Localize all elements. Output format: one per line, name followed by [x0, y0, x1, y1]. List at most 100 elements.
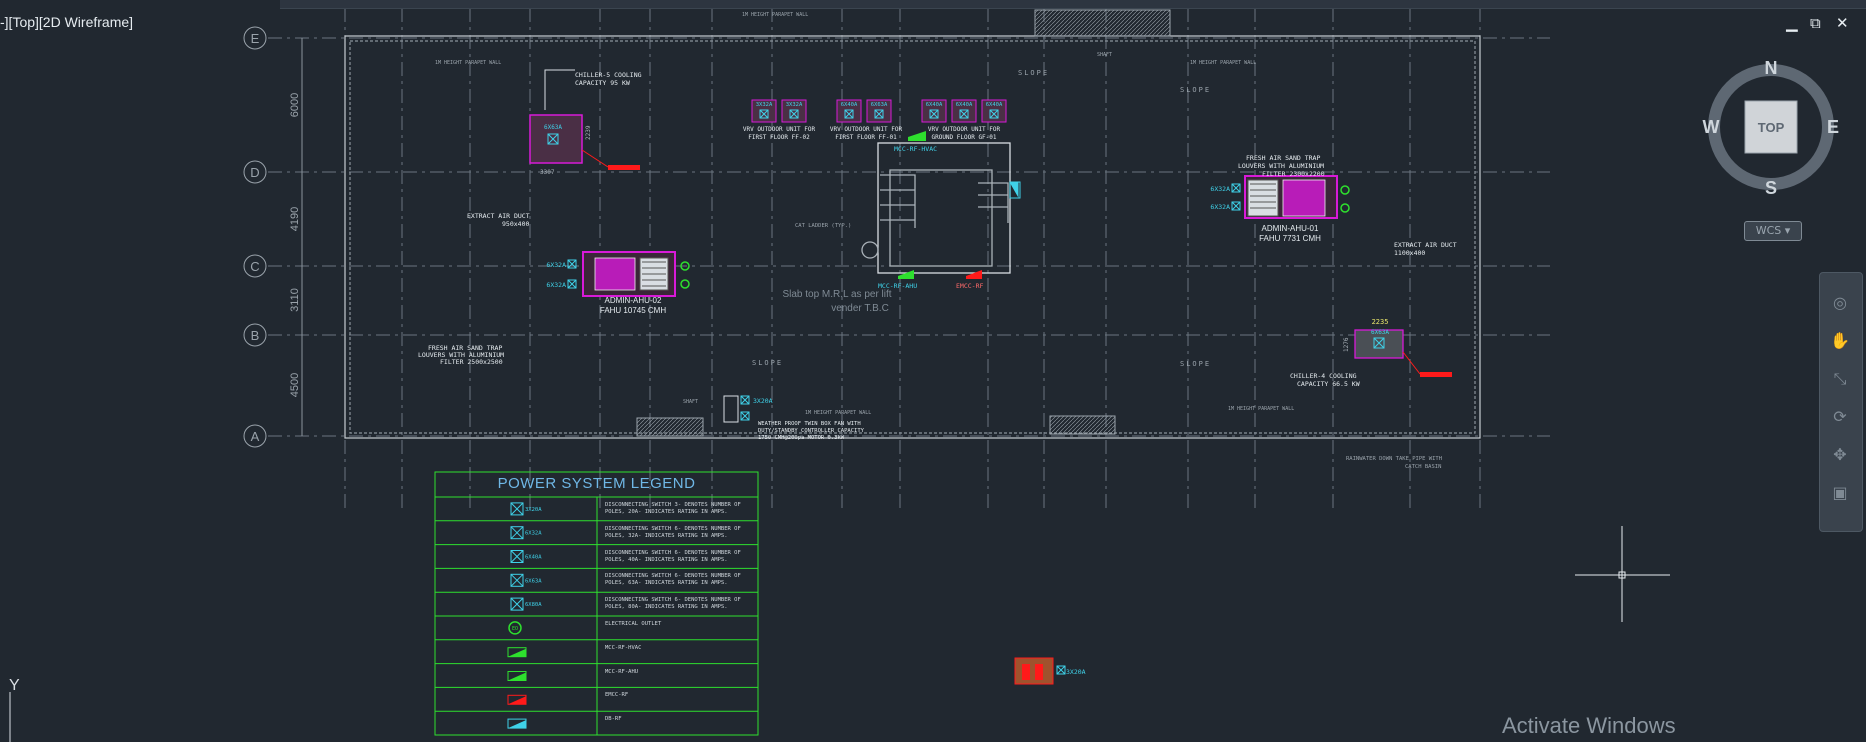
note-slope-4: SLOPE	[1180, 360, 1211, 368]
compass-north: N	[1765, 58, 1778, 78]
ahu02-name: ADMIN-AHU-02	[605, 296, 662, 305]
vrv-ff02-caption: VRV OUTDOOR UNIT FOR	[743, 126, 816, 133]
grid-bubble-c: C	[243, 254, 267, 278]
note-slab-2: vender T.B.C	[831, 303, 889, 314]
legend-symbol-label: 6X80A	[525, 602, 542, 608]
legend-title: POWER SYSTEM LEGEND	[497, 475, 696, 492]
compass-west: W	[1703, 117, 1720, 137]
viewcube[interactable]: TOP N S E W	[1703, 58, 1840, 198]
showmotion-film-icon[interactable]: ▣	[1828, 481, 1852, 505]
note-shaft-bottom: SHAFT	[683, 399, 698, 405]
svg-text:6X63A: 6X63A	[871, 102, 888, 108]
legend-symbol-label: 6X40A	[525, 555, 542, 561]
legend-symbol-label: 6X32A	[525, 531, 542, 537]
orbit-icon[interactable]: ⟳	[1828, 405, 1852, 429]
compass-east: E	[1827, 117, 1839, 137]
legend-symbol-label: EO	[512, 626, 518, 632]
note-slope-2: SLOPE	[1180, 86, 1211, 94]
top-shaft-hatch	[1034, 9, 1171, 37]
note-fresh-right-1: FRESH AIR SAND TRAP	[1246, 154, 1320, 162]
activate-windows-watermark: Activate Windows	[1502, 713, 1676, 738]
model-space-canvas[interactable]: E D C B A 6000 4190 3110 4500 6X63A 3307…	[0, 0, 1866, 742]
grid-label-c: C	[250, 259, 259, 274]
chiller4-label: CHILLER-4 COOLING	[1290, 372, 1357, 380]
note-extract-right: EXTRACT AIR DUCT	[1394, 241, 1457, 249]
ahu-01[interactable]: 6X32A 6X32A ADMIN-AHU-01 FAHU 7731 CMH	[1210, 175, 1350, 243]
svg-text:DUTY/STANDBY CONTROLLER CAPACI: DUTY/STANDBY CONTROLLER CAPACITY	[758, 428, 865, 434]
bottom-right-shaft-hatch	[1049, 415, 1116, 435]
chiller4-capacity: CAPACITY 66.5 KW	[1297, 380, 1360, 388]
pan-icon[interactable]: ✋	[1828, 329, 1852, 353]
note-cat-ladder: CAT LADDER (TYP.)	[795, 223, 851, 229]
viewcube-top-face: TOP	[1758, 120, 1785, 135]
chiller5-capacity: CAPACITY 95 KW	[575, 79, 630, 87]
wcs-dropdown[interactable]: WCS ▾	[1744, 221, 1802, 241]
legend-description: DISCONNECTING SWITCH 6- DENOTES NUMBER O…	[605, 525, 741, 539]
grid-label-a: A	[251, 429, 260, 444]
svg-text:3X32A: 3X32A	[756, 102, 773, 108]
zoom-icon[interactable]: ⤡	[1828, 367, 1852, 391]
ribbon-edge	[280, 0, 1866, 9]
dim-e-d: 6000	[289, 93, 301, 117]
note-slope-3: SLOPE	[752, 359, 783, 367]
vrv-gf01[interactable]: 6X40A 6X40A 6X40A VRV OUTDOOR UNIT FOR G…	[921, 99, 1007, 141]
vrv-ff02[interactable]: 3X32A 3X32A VRV OUTDOOR UNIT FOR FIRST F…	[743, 99, 816, 141]
exhaust-fan[interactable]: 3X20A WEATHER PROOF TWIN BOX FAN WITH DU…	[723, 395, 865, 441]
legend-symbol: 3X20A	[510, 502, 542, 516]
grid-bubble-a: A	[243, 424, 267, 448]
chiller5-red-panel	[608, 165, 640, 170]
vrv-ff01[interactable]: 6X40A 6X63A VRV OUTDOOR UNIT FOR FIRST F…	[830, 99, 903, 141]
note-fresh-left-3: FILTER 2500x2500	[440, 358, 503, 366]
chiller4-red-panel	[1420, 372, 1452, 377]
navigation-bar: ◎ ✋ ⤡ ⟳ ✥ ▣	[1819, 272, 1863, 532]
note-shaft-top: SHAFT	[1097, 52, 1112, 58]
vrv-gf01-floor: GROUND FLOOR GF-01	[931, 134, 996, 141]
legend-description: ELECTRICAL OUTLET	[605, 620, 662, 627]
minimize-button[interactable]: ▁	[1786, 14, 1798, 32]
ahu-02[interactable]: 6X32A 6X32A ADMIN-AHU-02 FAHU 10745 CMH	[546, 251, 690, 315]
grid-bubble-b: B	[243, 323, 267, 347]
dim-c-b: 3110	[289, 288, 301, 312]
legend-description: MCC-RF-AHU	[605, 668, 639, 675]
viewport-controls-label[interactable]: -][Top][2D Wireframe]	[0, 14, 133, 30]
vrv-ff01-floor: FIRST FLOOR FF-01	[835, 134, 897, 141]
steering-wheel-icon[interactable]: ◎	[1828, 291, 1852, 315]
dim-b-a: 4500	[289, 373, 301, 397]
note-parapet-2: 1M HEIGHT PARAPET WALL	[742, 12, 808, 18]
bottom-left-shaft-hatch	[636, 417, 704, 437]
svg-text:6X40A: 6X40A	[841, 102, 858, 108]
chiller-5[interactable]: 6X63A 3307 2239 CHILLER-5 COOLING CAPACI…	[529, 69, 642, 176]
showmotion-icon[interactable]: ✥	[1828, 443, 1852, 467]
chiller-4[interactable]: 6X63A 2235 1276 CHILLER-4 COOLING CAPACI…	[1290, 318, 1452, 388]
svg-text:1750 CMH@200pa MOTOR 0.3kW: 1750 CMH@200pa MOTOR 0.3kW	[758, 435, 845, 441]
legend-symbol: 6X32A	[510, 526, 542, 540]
note-rainwater-2: CATCH BASIN	[1405, 464, 1441, 470]
note-extract-left-size: 950x400	[502, 220, 529, 228]
legend-symbol: EO	[508, 621, 522, 635]
grid-label-d: D	[250, 165, 259, 180]
ahu02-switch-2: 6X32A	[546, 281, 566, 289]
svg-text:6X40A: 6X40A	[956, 102, 973, 108]
chiller4-dim-h: 1276	[1343, 337, 1350, 352]
panel-db-rf[interactable]	[1009, 181, 1021, 199]
note-parapet-1: 1M HEIGHT PARAPET WALL	[435, 60, 501, 66]
svg-text:3X20A: 3X20A	[753, 397, 773, 405]
bottom-panel[interactable]: 3X20A	[1014, 657, 1086, 685]
legend-symbol: 6X40A	[510, 550, 542, 563]
ahu02-flow: FAHU 10745 CMH	[600, 306, 666, 315]
ucs-y-label: Y	[9, 677, 20, 694]
chiller4-dim-w: 2235	[1372, 318, 1389, 326]
legend-symbol	[507, 694, 527, 705]
close-button[interactable]: ✕	[1836, 14, 1849, 32]
legend-symbol: 6X63A	[510, 573, 542, 587]
grid-bubble-d: D	[243, 160, 267, 184]
vrv-gf01-caption: VRV OUTDOOR UNIT FOR	[928, 126, 1001, 133]
legend-symbol	[507, 671, 527, 681]
ahu01-switch-2: 6X32A	[1210, 203, 1230, 211]
svg-text:3X20A: 3X20A	[1066, 668, 1086, 676]
restore-button[interactable]: ⧉	[1810, 14, 1821, 32]
chiller5-dim-w: 3307	[540, 169, 555, 176]
legend-description: DB-RF	[605, 716, 622, 723]
ahu01-switch-1: 6X32A	[1210, 185, 1230, 193]
note-extract-left: EXTRACT AIR DUCT	[467, 212, 530, 220]
